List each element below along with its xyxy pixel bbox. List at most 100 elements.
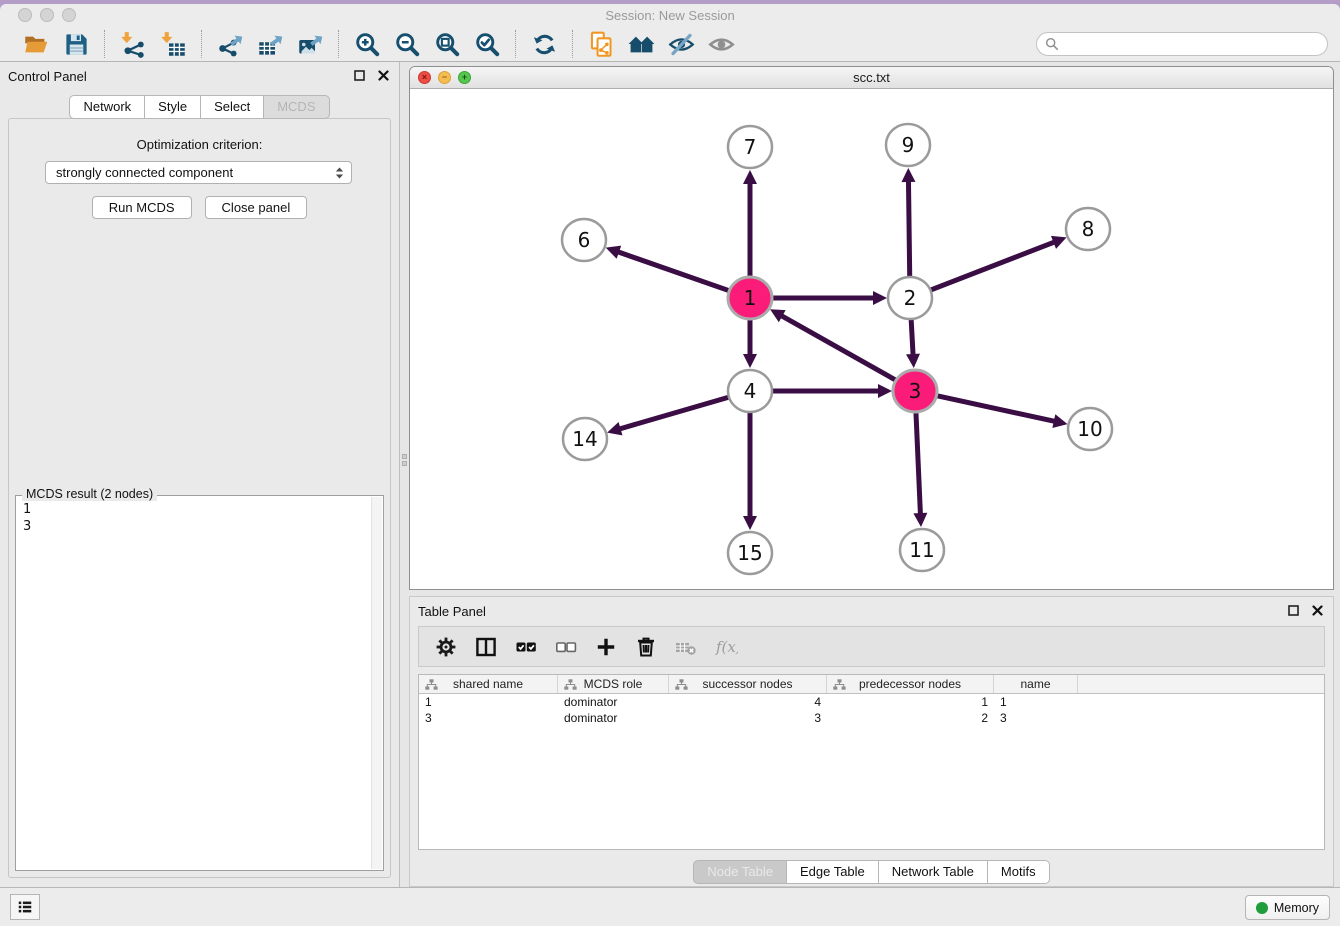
add-row-button[interactable] (589, 631, 623, 663)
save-session-icon (63, 31, 90, 58)
import-from-ndex-button[interactable] (581, 29, 621, 59)
zoom-in-button[interactable] (347, 29, 387, 59)
column-header-mcds-role[interactable]: MCDS role (558, 675, 669, 693)
select-all-rows-button[interactable] (509, 631, 543, 663)
task-history-button[interactable] (10, 894, 40, 920)
close-panel-icon[interactable] (376, 68, 391, 83)
ndex-home-button[interactable] (621, 29, 661, 59)
search-icon (1045, 37, 1059, 51)
tab-node-table[interactable]: Node Table (693, 860, 787, 884)
delete-rows-button[interactable] (629, 631, 663, 663)
minimize-window-button[interactable] (40, 8, 54, 22)
edge-1-6[interactable] (617, 252, 730, 292)
network-window-titlebar[interactable]: × − + scc.txt (410, 67, 1333, 89)
table-row[interactable]: 3dominator323 (419, 710, 1324, 726)
search-field-wrap (1036, 32, 1328, 56)
refresh-view-button[interactable] (524, 29, 564, 59)
export-image-button[interactable] (290, 29, 330, 59)
edge-arrowhead (743, 170, 757, 184)
zoom-out-button[interactable] (387, 29, 427, 59)
table-cell[interactable]: 3 (669, 711, 827, 725)
table-cell[interactable]: 1 (827, 695, 994, 709)
unselect-all-rows-icon (554, 635, 578, 659)
tab-edge-table[interactable]: Edge Table (787, 860, 879, 884)
table-options-button[interactable] (429, 631, 463, 663)
network-canvas[interactable]: 7968124314101511 (410, 89, 1333, 589)
table-panel: Table Panel f(x) shared nameMCDS rolesuc… (409, 596, 1334, 887)
tab-style[interactable]: Style (145, 95, 201, 119)
close-table-panel-icon[interactable] (1310, 603, 1325, 618)
criterion-dropdown[interactable]: strongly connected component (45, 161, 352, 184)
zoom-window-button[interactable] (62, 8, 76, 22)
splitter-grip[interactable] (402, 454, 407, 468)
table-header-row: shared nameMCDS rolesuccessor nodesprede… (419, 675, 1324, 694)
memory-button[interactable]: Memory (1245, 895, 1330, 920)
open-session-button[interactable] (16, 29, 56, 59)
edge-arrowhead (607, 422, 622, 435)
mcds-result-text[interactable]: 1 3 (17, 497, 382, 869)
edge-4-14[interactable] (619, 397, 730, 429)
tab-mcds[interactable]: MCDS (264, 95, 329, 119)
result-scrollbar[interactable] (371, 497, 382, 869)
table-cell[interactable]: dominator (558, 695, 669, 709)
node-table[interactable]: shared nameMCDS rolesuccessor nodesprede… (418, 674, 1325, 850)
column-namespace-icon (833, 679, 846, 690)
table-cell[interactable]: dominator (558, 711, 669, 725)
zoom-selected-button[interactable] (467, 29, 507, 59)
tab-network-table[interactable]: Network Table (879, 860, 988, 884)
table-row[interactable]: 1dominator411 (419, 694, 1324, 710)
delete-table-button[interactable] (669, 631, 703, 663)
hide-graphics-details-button[interactable] (661, 29, 701, 59)
column-header-shared-name[interactable]: shared name (419, 675, 558, 693)
network-close-button[interactable]: × (418, 71, 431, 84)
table-toolbar: f(x) (418, 626, 1325, 667)
unselect-all-rows-button[interactable] (549, 631, 583, 663)
zoom-selected-icon (474, 31, 501, 58)
apply-function-button[interactable]: f(x) (709, 631, 743, 663)
show-graphics-details-icon (708, 31, 735, 58)
save-session-button[interactable] (56, 29, 96, 59)
edge-2-3[interactable] (911, 319, 913, 356)
show-columns-button[interactable] (469, 631, 503, 663)
edge-2-8[interactable] (930, 242, 1056, 291)
tab-network[interactable]: Network (69, 95, 145, 119)
float-panel-icon[interactable] (352, 68, 367, 83)
zoom-fit-button[interactable] (427, 29, 467, 59)
tab-motifs[interactable]: Motifs (988, 860, 1050, 884)
close-panel-button[interactable]: Close panel (205, 196, 308, 219)
export-network-icon (217, 31, 244, 58)
table-cell[interactable]: 4 (669, 695, 827, 709)
edge-3-1[interactable] (780, 315, 896, 381)
column-header-predecessor-nodes[interactable]: predecessor nodes (827, 675, 994, 693)
table-cell[interactable]: 1 (994, 695, 1078, 709)
edge-3-10[interactable] (936, 395, 1056, 421)
tab-select[interactable]: Select (201, 95, 264, 119)
network-minimize-button[interactable]: − (438, 71, 451, 84)
graph-node-label: 1 (744, 286, 757, 310)
table-cell[interactable]: 1 (419, 695, 558, 709)
column-header-successor-nodes[interactable]: successor nodes (669, 675, 827, 693)
import-table-button[interactable] (153, 29, 193, 59)
close-window-button[interactable] (18, 8, 32, 22)
edge-3-11[interactable] (916, 412, 921, 515)
show-graphics-details-button[interactable] (701, 29, 741, 59)
export-table-button[interactable] (250, 29, 290, 59)
table-cell[interactable]: 3 (994, 711, 1078, 725)
hide-graphics-details-icon (668, 31, 695, 58)
delete-table-icon (674, 635, 698, 659)
network-maximize-button[interactable]: + (458, 71, 471, 84)
table-cell[interactable]: 3 (419, 711, 558, 725)
column-header-name[interactable]: name (994, 675, 1078, 693)
column-header-filler (1078, 675, 1324, 693)
table-options-icon (434, 635, 458, 659)
float-table-panel-icon[interactable] (1286, 603, 1301, 618)
export-network-button[interactable] (210, 29, 250, 59)
edge-2-9[interactable] (908, 180, 909, 277)
memory-button-label: Memory (1274, 901, 1319, 915)
run-mcds-button[interactable]: Run MCDS (92, 196, 192, 219)
table-cell[interactable]: 2 (827, 711, 994, 725)
import-network-button[interactable] (113, 29, 153, 59)
graph-node-label: 14 (572, 427, 597, 451)
search-input[interactable] (1036, 32, 1328, 56)
window-traffic-lights[interactable] (18, 8, 76, 22)
